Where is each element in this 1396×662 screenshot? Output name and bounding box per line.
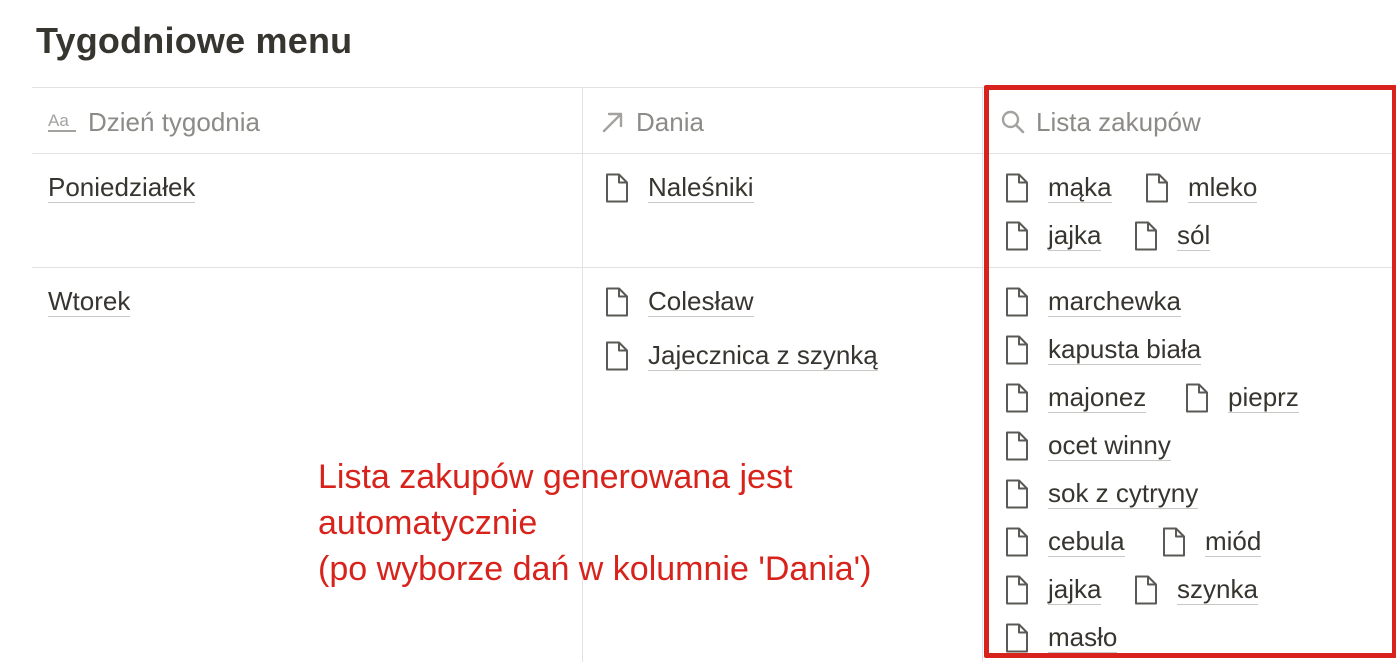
dish-label: Jajecznica z szynką xyxy=(648,340,878,371)
annotation-line: Lista zakupów generowana jest xyxy=(318,458,793,496)
column-header-day[interactable]: Aa Dzień tygodnia xyxy=(48,104,260,140)
day-cell-tuesday[interactable]: Wtorek xyxy=(48,286,131,317)
dish-link[interactable]: Naleśniki xyxy=(604,172,754,203)
dish-link[interactable]: Jajecznica z szynką xyxy=(604,340,878,371)
dish-label: Colesław xyxy=(648,286,754,317)
column-header-dishes[interactable]: Dania xyxy=(600,104,704,140)
page-icon xyxy=(604,287,630,317)
annotation-line: (po wyborze dań w kolumnie 'Dania') xyxy=(318,550,872,588)
column-divider xyxy=(982,88,983,662)
svg-text:Aa: Aa xyxy=(48,111,69,130)
column-header-label: Dania xyxy=(636,106,704,137)
page-icon xyxy=(604,341,630,371)
annotation-highlight-box xyxy=(984,85,1396,658)
text-property-icon: Aa xyxy=(48,111,78,133)
annotation-line: automatycznie xyxy=(318,504,538,542)
dish-link[interactable]: Colesław xyxy=(604,286,754,317)
relation-arrow-icon xyxy=(600,109,626,135)
page-icon xyxy=(604,173,630,203)
page-title: Tygodniowe menu xyxy=(36,20,353,61)
column-header-label: Dzień tygodnia xyxy=(88,106,260,137)
day-cell-monday[interactable]: Poniedziałek xyxy=(48,172,196,203)
annotation-text: Lista zakupów generowana jest automatycz… xyxy=(318,454,871,592)
dish-label: Naleśniki xyxy=(648,172,754,203)
